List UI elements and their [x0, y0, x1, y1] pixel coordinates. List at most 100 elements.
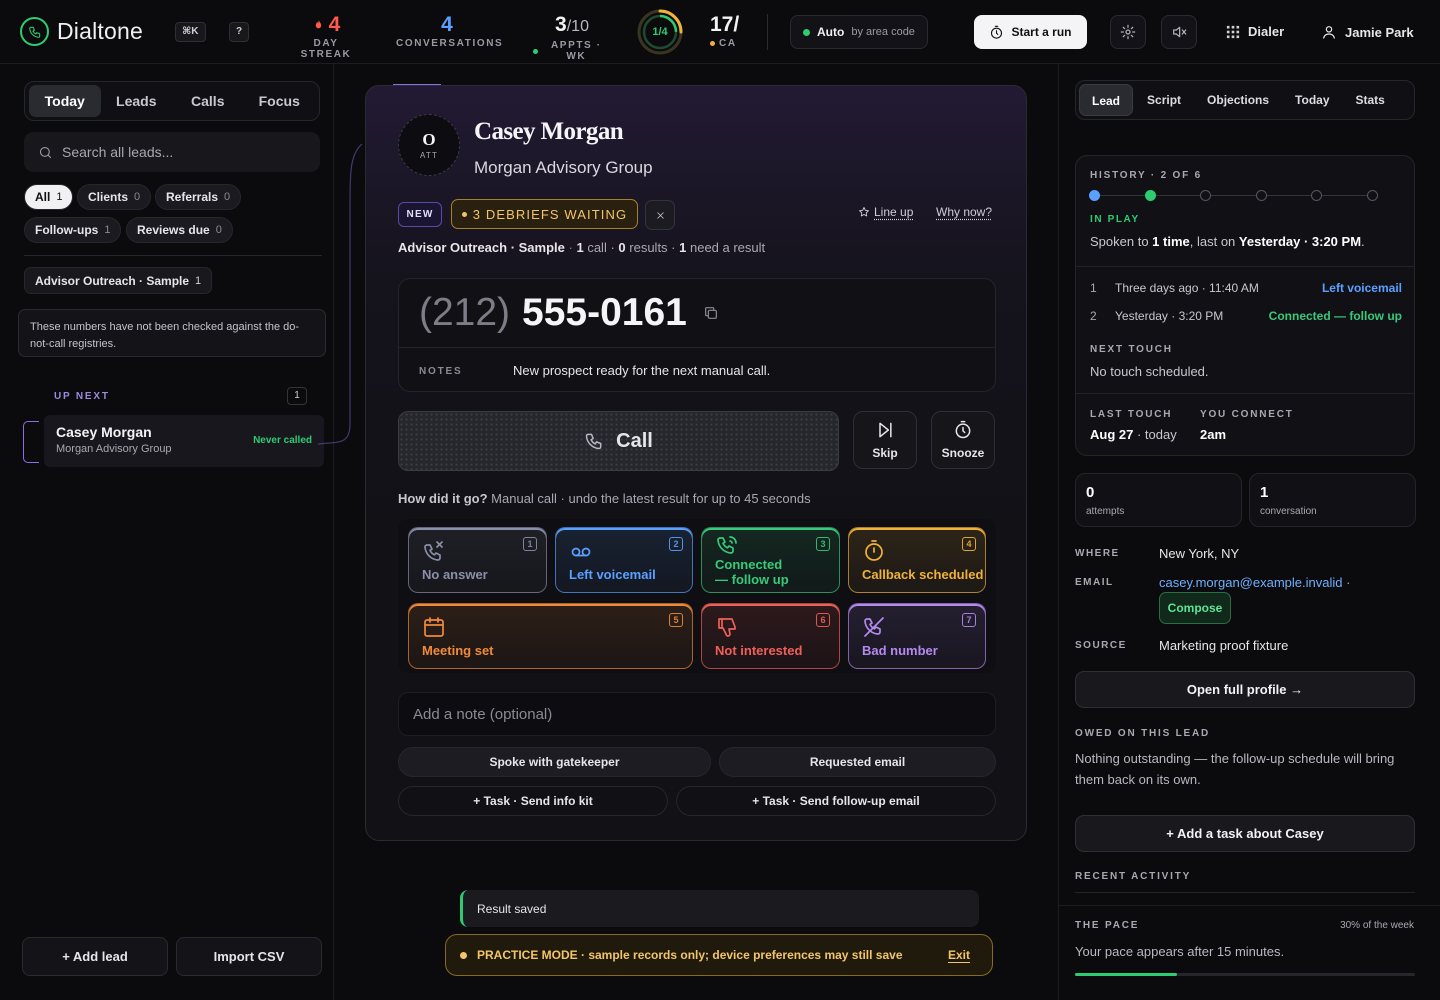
result-no-answer[interactable]: 1 No answer [408, 527, 547, 593]
dnc-notice: These numbers have not been checked agai… [18, 309, 326, 357]
last-touch-label: LAST TOUCH [1090, 409, 1173, 420]
history-step-1[interactable] [1089, 190, 1100, 201]
auto-sub: by area code [851, 26, 915, 38]
filter-reviews-due[interactable]: Reviews due 0 [126, 217, 233, 243]
result-bad-number[interactable]: 7 Bad number [848, 603, 986, 669]
conversation-label: conversation [1260, 506, 1317, 517]
pace-percent: 30% of the week [1340, 920, 1414, 931]
chip-count: 1 [56, 191, 63, 203]
start-run-button[interactable]: Start a run [974, 15, 1087, 49]
mute-button[interactable] [1161, 15, 1197, 49]
tab-lead[interactable]: Lead [1079, 84, 1134, 116]
meta-calls-lbl: call · [587, 240, 615, 255]
pace-bar-fill [1075, 973, 1177, 976]
history-row-result: Connected — follow up [1268, 309, 1402, 323]
dismiss-button[interactable] [645, 200, 675, 230]
history-step-3 [1200, 190, 1211, 201]
lead-name: Casey Morgan [474, 118, 624, 145]
phone-number: (212) 555-0161 [419, 291, 719, 335]
list-filter-chip[interactable]: Advisor Outreach · Sample 1 [24, 267, 213, 294]
history-row-index: 2 [1090, 309, 1097, 323]
filter-referrals[interactable]: Referrals 0 [155, 184, 242, 210]
history-divider [1076, 393, 1414, 394]
spoke-with-gatekeeper-button[interactable]: Spoke with gatekeeper [398, 747, 711, 777]
tab-today-right[interactable]: Today [1283, 84, 1341, 116]
history-row[interactable]: 2 Yesterday · 3:20 PM Connected — follow… [1090, 309, 1402, 323]
email-link[interactable]: casey.morgan@example.invalid [1159, 575, 1343, 590]
sidebar-divider [24, 255, 322, 256]
right-tabs: Lead Script Objections Today Stats [1075, 80, 1415, 120]
command-palette-shortcut[interactable]: ⌘K [175, 22, 206, 42]
tab-objections[interactable]: Objections [1195, 84, 1281, 116]
task-send-follow-up-email-button[interactable]: + Task · Send follow-up email [676, 786, 996, 816]
skip-label: Skip [872, 446, 898, 460]
chip-count: 0 [224, 191, 231, 203]
compose-button[interactable]: Compose [1159, 592, 1231, 624]
attempts-stat: 0 attempts [1075, 473, 1242, 527]
lead-item-status: Never called [253, 435, 312, 446]
copy-icon[interactable] [703, 305, 719, 321]
history-row-when: Three days ago · 11:40 AM [1115, 281, 1259, 295]
result-callback-scheduled[interactable]: 4 Callback scheduled [848, 527, 986, 593]
result-left-voicemail[interactable]: 2 Left voicemail [555, 527, 693, 593]
call-button[interactable]: Call [398, 411, 839, 471]
filter-clients[interactable]: Clients 0 [77, 184, 152, 210]
auto-dial-toggle[interactable]: Auto by area code [790, 15, 928, 49]
result-meeting-set[interactable]: 5 Meeting set [408, 603, 693, 669]
gear-icon [1120, 24, 1136, 40]
result-connected[interactable]: 3 Connected — follow up [701, 527, 840, 593]
close-icon [656, 211, 664, 219]
filter-follow-ups[interactable]: Follow-ups 1 [24, 217, 122, 243]
lead-list-item[interactable]: Casey Morgan Morgan Advisory Group Never… [44, 415, 324, 467]
top-bar: Dialtone ⌘K ? 4 DAY STREAK 4 CONVERSATIO… [0, 0, 1440, 64]
tab-stats[interactable]: Stats [1344, 84, 1397, 116]
history-step-2[interactable] [1145, 190, 1156, 201]
task-send-info-kit-button[interactable]: + Task · Send info kit [398, 786, 668, 816]
exit-practice-link[interactable]: Exit [948, 948, 970, 962]
tab-focus[interactable]: Focus [244, 85, 316, 117]
filter-all[interactable]: All 1 [24, 184, 74, 210]
history-step-6 [1367, 190, 1378, 201]
hotkey-6: 6 [816, 613, 830, 627]
help-shortcut[interactable]: ? [229, 22, 249, 42]
ring-label: 1/4 [652, 26, 668, 38]
you-connect-label: YOU CONNECT [1200, 409, 1294, 420]
result-not-interested[interactable]: 6 Not interested [701, 603, 840, 669]
conversation-value: 1 [1260, 484, 1269, 501]
result-saved-toast: Result saved [460, 890, 979, 927]
history-step-4 [1256, 190, 1267, 201]
dialer-link[interactable]: Dialer [1226, 24, 1284, 39]
line-up-link[interactable]: Line up [858, 205, 913, 219]
add-task-button[interactable]: + Add a task about Casey [1075, 815, 1415, 852]
history-row[interactable]: 1 Three days ago · 11:40 AM Left voicema… [1090, 281, 1402, 295]
history-row-when: Yesterday · 3:20 PM [1115, 309, 1224, 323]
settings-button[interactable] [1110, 15, 1146, 49]
user-menu[interactable]: Jamie Park [1321, 24, 1414, 40]
import-csv-button[interactable]: Import CSV [176, 937, 322, 976]
why-now-link[interactable]: Why now? [936, 205, 992, 219]
timer-icon [865, 540, 883, 561]
progress-ring: 1/4 [635, 7, 685, 57]
debriefs-badge[interactable]: 3 DEBRIEFS WAITING [451, 199, 638, 229]
star-icon [859, 207, 869, 217]
where-label: WHERE [1075, 548, 1120, 559]
snooze-button[interactable]: Snooze [931, 411, 995, 469]
requested-email-button[interactable]: Requested email [719, 747, 996, 777]
result-label: Not interested [715, 643, 803, 658]
tab-calls[interactable]: Calls [172, 85, 244, 117]
chip-label: Referrals [166, 190, 219, 204]
tab-script[interactable]: Script [1135, 84, 1193, 116]
hotkey-2: 2 [669, 537, 683, 551]
search-input[interactable] [62, 144, 302, 160]
attempts-label: attempts [1086, 506, 1125, 517]
note-input[interactable] [413, 705, 973, 723]
add-lead-button[interactable]: + Add lead [22, 937, 168, 976]
lead-card: O ATT Casey Morgan Morgan Advisory Group… [365, 85, 1027, 841]
app-logo[interactable]: Dialtone [20, 17, 143, 46]
open-full-profile-button[interactable]: Open full profile → [1075, 671, 1415, 708]
tab-today[interactable]: Today [29, 85, 101, 117]
recent-activity-label: RECENT ACTIVITY [1075, 871, 1192, 882]
tab-leads[interactable]: Leads [101, 85, 173, 117]
phone-logo-icon [20, 17, 49, 46]
skip-button[interactable]: Skip [853, 411, 917, 469]
